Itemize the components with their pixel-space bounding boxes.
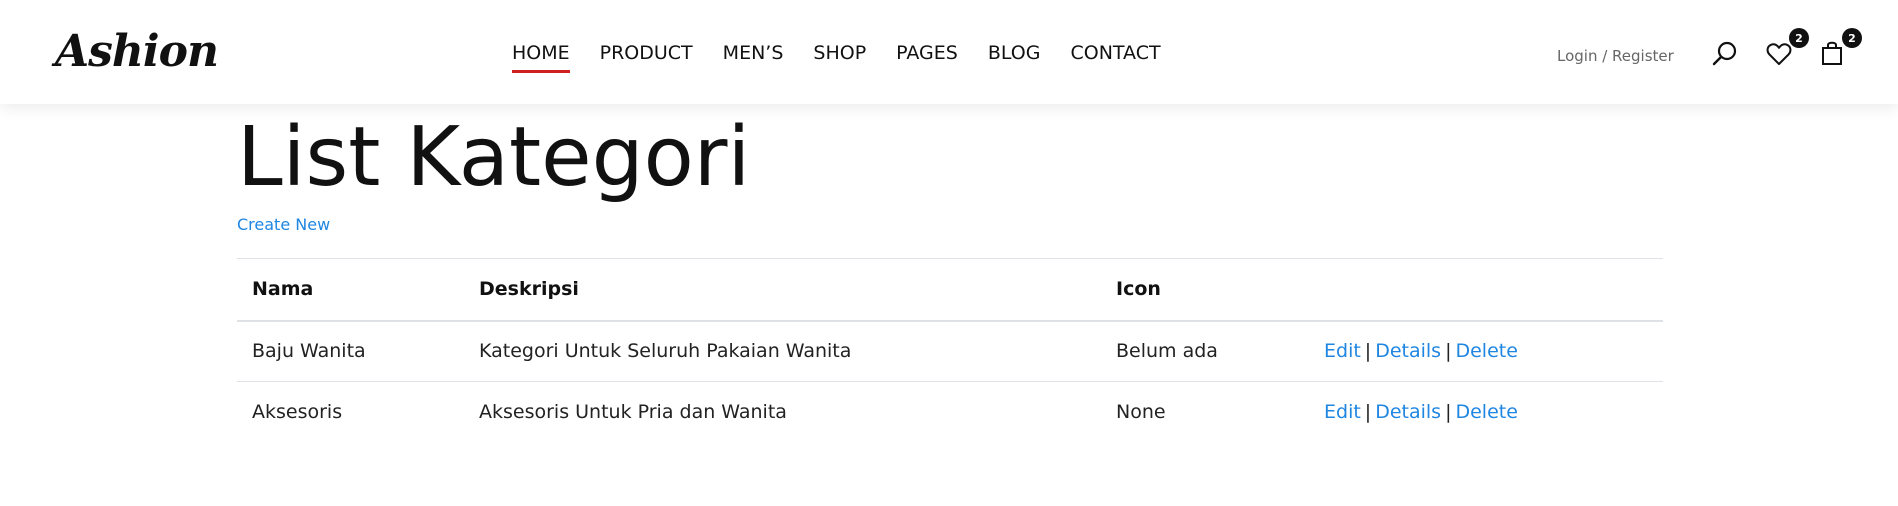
search-icon[interactable]	[1712, 40, 1738, 70]
table-row: Baju Wanita Kategori Untuk Seluruh Pakai…	[237, 321, 1663, 382]
column-header-icon: Icon	[1116, 278, 1161, 301]
column-header-deskripsi: Deskripsi	[479, 278, 579, 301]
create-new-link[interactable]: Create New	[237, 215, 330, 234]
cell-nama: Baju Wanita	[252, 340, 366, 363]
details-link[interactable]: Details	[1375, 401, 1441, 423]
column-header-nama: Nama	[252, 278, 314, 301]
cell-icon: Belum ada	[1116, 340, 1218, 363]
wishlist-count-badge: 2	[1789, 28, 1809, 48]
edit-link[interactable]: Edit	[1324, 340, 1361, 362]
cell-deskripsi: Aksesoris Untuk Pria dan Wanita	[479, 401, 787, 424]
action-separator: |	[1445, 340, 1452, 363]
heart-icon[interactable]	[1766, 42, 1792, 70]
action-separator: |	[1364, 340, 1372, 363]
cell-actions: Edit | Details | Delete	[1309, 321, 1663, 382]
delete-link[interactable]: Delete	[1455, 340, 1517, 362]
table-row: Aksesoris Aksesoris Untuk Pria dan Wanit…	[237, 382, 1663, 443]
action-separator: |	[1364, 401, 1372, 424]
cell-deskripsi: Kategori Untuk Seluruh Pakaian Wanita	[479, 340, 852, 363]
nav-item-shop[interactable]: SHOP	[813, 42, 866, 64]
nav-item-contact[interactable]: CONTACT	[1070, 42, 1160, 64]
edit-link[interactable]: Edit	[1324, 401, 1361, 423]
action-separator: |	[1445, 401, 1452, 424]
category-table: Nama Deskripsi Icon Baju Wanita Kategori…	[237, 258, 1663, 443]
site-header: Ashion HOME PRODUCT MEN’S SHOP PAGES BLO…	[0, 0, 1898, 104]
site-logo[interactable]: Ashion	[55, 26, 219, 77]
nav-item-pages[interactable]: PAGES	[896, 42, 958, 64]
cell-icon: None	[1116, 401, 1166, 424]
details-link[interactable]: Details	[1375, 340, 1441, 362]
page-title: List Kategori	[237, 110, 751, 205]
main-nav: HOME PRODUCT MEN’S SHOP PAGES BLOG CONTA…	[512, 42, 1191, 73]
delete-link[interactable]: Delete	[1455, 401, 1517, 423]
table-header-row: Nama Deskripsi Icon	[237, 258, 1663, 321]
nav-item-product[interactable]: PRODUCT	[600, 42, 693, 64]
nav-item-home[interactable]: HOME	[512, 42, 570, 73]
cell-actions: Edit | Details | Delete	[1309, 382, 1663, 443]
cell-nama: Aksesoris	[252, 401, 343, 424]
nav-item-mens[interactable]: MEN’S	[723, 42, 784, 64]
column-header-actions	[1309, 259, 1663, 321]
cart-count-badge: 2	[1842, 28, 1862, 48]
nav-item-blog[interactable]: BLOG	[988, 42, 1041, 64]
login-register-link[interactable]: Login / Register	[1557, 47, 1674, 65]
shopping-bag-icon[interactable]	[1821, 40, 1843, 70]
